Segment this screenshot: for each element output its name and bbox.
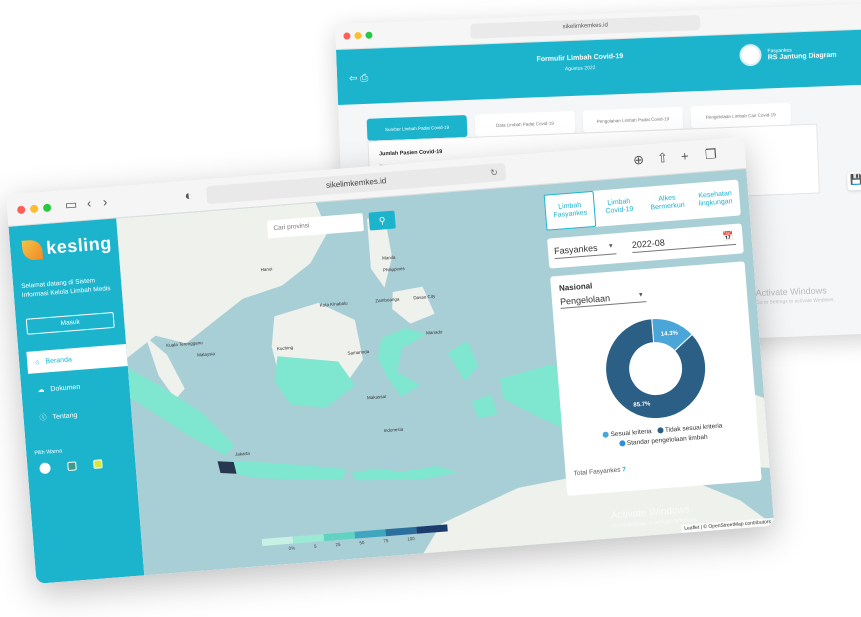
sidebar-item-dokumen[interactable]: ☁ Dokumen	[29, 372, 130, 402]
period-input[interactable]: 2022-08 📅	[631, 231, 737, 254]
tab-kesehatan-lingkungan[interactable]: Kesehatan lingkungan	[690, 180, 741, 220]
maximize-dot[interactable]	[365, 31, 373, 39]
form-subtitle: Agustus 2022	[564, 65, 596, 73]
info-icon: ⓘ	[39, 414, 47, 423]
map-label: Manila	[381, 254, 396, 261]
window-controls[interactable]	[16, 203, 52, 215]
type-select-value: Fasyankes	[553, 242, 598, 257]
map-label: Hanoi	[260, 266, 273, 273]
windows-watermark-title: Activate Windows	[755, 285, 827, 299]
chevron-down-icon: ▼	[637, 292, 645, 299]
sidebar-item-beranda[interactable]: ⌂ Beranda	[26, 344, 128, 374]
chart-card: Nasional Pengelolaan ▼ 14.3% 85.7% Sesuai…	[550, 261, 762, 496]
windows-watermark-sub: Go to Settings to activate Windows.	[755, 297, 836, 307]
minimize-dot[interactable]	[29, 204, 39, 214]
legend-label: 50	[359, 539, 365, 546]
legend-label: 75	[383, 538, 389, 544]
back-arrow-icon[interactable]: ‹	[86, 195, 92, 210]
total-fasyankes: Total Fasyankes 7	[573, 466, 626, 477]
calendar-icon[interactable]: 📅	[722, 231, 734, 243]
front-browser-window: ▭ ‹ › ◐ sikelimkemkes.id ↻ ⊕ ⇧ + ❐ kesli…	[6, 136, 775, 584]
legend-text: Sesuai kriteria	[610, 428, 652, 439]
leaf-icon	[21, 238, 44, 261]
share-icon[interactable]: ⇧	[657, 150, 669, 167]
metric-select-value: Pengelolaan	[559, 292, 611, 307]
window-controls[interactable]	[343, 31, 373, 40]
cloud-icon: ☁	[37, 386, 45, 395]
tab-limbah-covid[interactable]: Limbah Covid-19	[594, 187, 645, 227]
sidebar-item-label: Dokumen	[50, 383, 81, 393]
legend-dot	[618, 440, 626, 447]
minimize-dot[interactable]	[354, 31, 362, 40]
legend-label: 100	[407, 535, 415, 542]
chart-legend: Sesuai kriteria Tidak sesuai kriteria St…	[570, 419, 755, 453]
swatch-yellow[interactable]	[93, 459, 103, 469]
period-value: 2022-08	[631, 237, 666, 251]
legend-label: 0%	[288, 545, 296, 551]
legend-label: 5	[313, 543, 317, 549]
total-label: Total Fasyankes	[573, 466, 621, 478]
legend-item[interactable]: Sesuai kriteria	[602, 428, 652, 439]
sidebar-menu: ⌂ Beranda ☁ Dokumen ⓘ Tentang	[26, 344, 132, 436]
url-text: sikelimkemkes.id	[325, 176, 387, 190]
brand-logo[interactable]: kesling	[21, 232, 113, 261]
close-dot[interactable]	[343, 32, 351, 40]
welcome-text: Selamat datang di Sistem Informasi Kelol…	[20, 277, 111, 300]
tabs-overview-icon[interactable]: ❐	[704, 146, 717, 163]
legend-dot	[656, 427, 664, 434]
legend-dot	[602, 431, 609, 438]
sidebar-item-label: Beranda	[45, 355, 73, 365]
maximize-dot[interactable]	[42, 203, 52, 213]
avatar[interactable]	[739, 43, 763, 67]
save-button[interactable]: 💾	[847, 171, 861, 191]
brand-name: kesling	[45, 232, 113, 258]
province-sulawesi[interactable]	[376, 326, 431, 398]
province-sumatra[interactable]	[127, 360, 235, 463]
section-heading: Jumlah Pasien Covid-19	[378, 148, 443, 158]
download-icon[interactable]: ⊕	[633, 152, 645, 169]
legend-item[interactable]: Tidak sesuai kriteria	[656, 422, 723, 435]
color-swatches	[39, 458, 103, 475]
form-title: Formulir Limbah Covid-19	[536, 52, 624, 64]
tab-alkes-bermerkuri[interactable]: Alkes Bermerkuri	[642, 183, 693, 223]
search-button[interactable]: ⚲	[368, 210, 396, 231]
search-icon: ⚲	[378, 215, 386, 226]
logout-icon[interactable]: ⇦ ⎙	[349, 73, 369, 85]
new-tab-icon[interactable]: +	[680, 148, 689, 164]
donut-chart[interactable]: 14.3%85.7%	[598, 310, 714, 426]
user-profile[interactable]: Fasyankes RS Jantung Diagram	[739, 41, 837, 67]
chart-card-title: Nasional	[558, 281, 593, 293]
swatch-teal[interactable]	[39, 462, 51, 475]
back-url-bar[interactable]: sikelimkemkes.id	[470, 14, 701, 39]
map-view[interactable]: Hanoi Manila Philippines Zamboanga Davao…	[116, 168, 775, 576]
color-picker-label: Pilih Warna	[34, 448, 63, 457]
sidebar-toggle-icon[interactable]: ▭	[64, 196, 78, 213]
shield-icon[interactable]: ◐	[184, 187, 193, 203]
province-java[interactable]	[225, 451, 348, 488]
sidebar-item-tentang[interactable]: ⓘ Tentang	[31, 400, 132, 430]
close-dot[interactable]	[16, 205, 26, 215]
chevron-down-icon: ▼	[607, 243, 615, 250]
legend-label: 25	[335, 541, 341, 548]
forward-arrow-icon[interactable]: ›	[102, 194, 108, 209]
sidebar-item-label: Tentang	[52, 411, 78, 421]
province-nusa-tenggara[interactable]	[351, 462, 458, 484]
metric-select[interactable]: Pengelolaan ▼	[559, 290, 647, 309]
legend-text: Tidak sesuai kriteria	[664, 422, 723, 435]
total-value: 7	[621, 466, 627, 474]
login-button[interactable]: Masuk	[25, 311, 115, 335]
type-select[interactable]: Fasyankes ▼	[553, 241, 617, 260]
home-icon: ⌂	[34, 358, 40, 366]
tab-limbah-fasyankes[interactable]: Limbah Fasyankes	[543, 190, 597, 231]
swatch-green[interactable]	[67, 461, 77, 471]
province-maluku[interactable]	[447, 339, 498, 420]
reload-icon[interactable]: ↻	[490, 163, 499, 182]
